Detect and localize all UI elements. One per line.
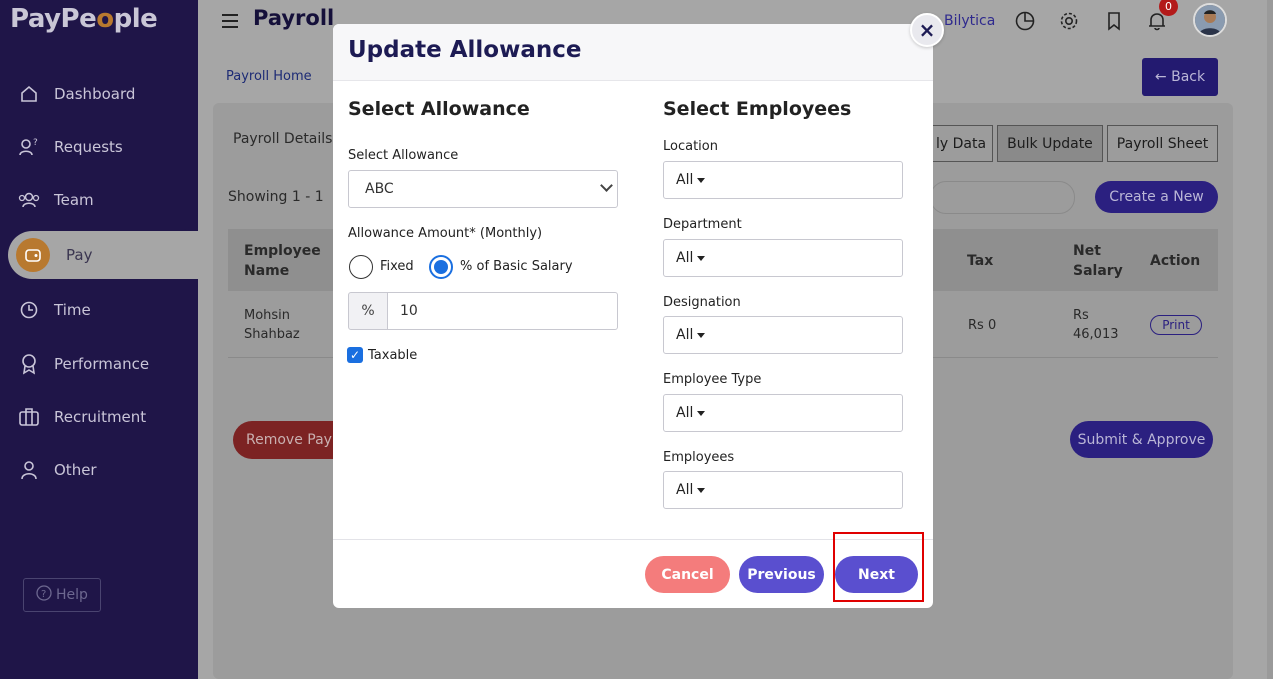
print-button[interactable]: Print bbox=[1150, 315, 1202, 335]
scrollbar[interactable] bbox=[1267, 0, 1273, 679]
caret-down-icon bbox=[697, 487, 706, 493]
arrow-left-icon: ← bbox=[1154, 69, 1172, 85]
notification-badge: 0 bbox=[1159, 0, 1178, 16]
select-allowance-label: Select Allowance bbox=[348, 148, 459, 163]
cell-tax: Rs 0 bbox=[968, 318, 997, 333]
allowance-amount-label: Allowance Amount* (Monthly) bbox=[348, 226, 543, 241]
percent-prefix: % bbox=[348, 292, 388, 330]
allowance-select[interactable]: ABC bbox=[348, 170, 618, 208]
caret-down-icon bbox=[697, 255, 706, 261]
modal-title: Update Allowance bbox=[348, 37, 582, 63]
sidebar: PayPeople Dashboard ? Requests Team Pay … bbox=[0, 0, 198, 679]
taxable-checkbox[interactable]: ✓ bbox=[347, 347, 363, 363]
designation-dropdown[interactable]: All bbox=[663, 316, 903, 354]
help-icon: ? bbox=[36, 585, 52, 605]
sidebar-item-label: Dashboard bbox=[54, 85, 136, 103]
sidebar-item-label: Time bbox=[54, 301, 91, 319]
sidebar-item-other[interactable]: Other bbox=[0, 450, 198, 490]
caret-down-icon bbox=[697, 410, 706, 416]
app-logo[interactable]: PayPeople bbox=[10, 4, 158, 34]
clock-icon bbox=[18, 299, 40, 321]
col-action: Action bbox=[1150, 253, 1201, 269]
amount-input[interactable]: 10 bbox=[387, 292, 618, 330]
tab-payroll-sheet[interactable]: Payroll Sheet bbox=[1107, 125, 1218, 162]
employees-dropdown[interactable]: All bbox=[663, 471, 903, 509]
sidebar-item-label: Pay bbox=[66, 246, 93, 264]
sidebar-item-performance[interactable]: Performance bbox=[0, 344, 198, 384]
svg-text:?: ? bbox=[33, 138, 38, 148]
avatar[interactable] bbox=[1193, 3, 1227, 37]
caret-down-icon bbox=[697, 177, 706, 183]
search-input[interactable] bbox=[930, 181, 1075, 214]
home-icon bbox=[18, 83, 40, 105]
sidebar-item-recruitment[interactable]: Recruitment bbox=[0, 397, 198, 437]
employees-label: Employees bbox=[663, 450, 735, 465]
select-employees-heading: Select Employees bbox=[663, 98, 852, 120]
radio-fixed[interactable] bbox=[349, 255, 373, 279]
cancel-button[interactable]: Cancel bbox=[645, 556, 730, 593]
designation-label: Designation bbox=[663, 295, 741, 310]
requests-icon: ? bbox=[18, 136, 40, 158]
gear-icon[interactable] bbox=[1058, 10, 1080, 32]
sidebar-item-requests[interactable]: ? Requests bbox=[0, 127, 198, 167]
sidebar-notch bbox=[150, 200, 198, 232]
sidebar-item-pay[interactable]: Pay bbox=[8, 231, 198, 279]
submit-approve-button[interactable]: Submit & Approve bbox=[1070, 421, 1213, 458]
team-icon bbox=[18, 189, 40, 211]
user-icon bbox=[18, 459, 40, 481]
modal-header: Update Allowance bbox=[333, 24, 933, 81]
radio-percent-basic[interactable] bbox=[429, 255, 453, 279]
help-button[interactable]: ? Help bbox=[23, 578, 101, 612]
sidebar-item-label: Recruitment bbox=[54, 408, 147, 426]
menu-toggle-icon[interactable] bbox=[222, 14, 238, 32]
sidebar-item-label: Performance bbox=[54, 355, 150, 373]
employee-type-label: Employee Type bbox=[663, 372, 762, 387]
close-icon[interactable]: × bbox=[910, 13, 944, 47]
sidebar-item-time[interactable]: Time bbox=[0, 290, 198, 330]
col-tax: Tax bbox=[967, 253, 994, 269]
svg-text:?: ? bbox=[41, 589, 46, 600]
caret-down-icon bbox=[697, 332, 706, 338]
pay-icon bbox=[16, 238, 50, 272]
company-name[interactable]: Bilytica bbox=[944, 13, 995, 29]
radio-fixed-label: Fixed bbox=[380, 259, 414, 274]
col-net-salary: Net Salary bbox=[1073, 243, 1123, 279]
tab-bulk-update[interactable]: Bulk Update bbox=[997, 125, 1103, 162]
employee-type-dropdown[interactable]: All bbox=[663, 394, 903, 432]
chart-pie-icon[interactable] bbox=[1014, 10, 1036, 32]
briefcase-icon bbox=[18, 406, 40, 428]
page-title: Payroll bbox=[253, 6, 335, 30]
sidebar-item-label: Requests bbox=[54, 138, 123, 156]
col-employee-name: Employee Name bbox=[244, 243, 321, 279]
cell-employee: Mohsin Shahbaz bbox=[244, 308, 300, 342]
location-dropdown[interactable]: All bbox=[663, 161, 903, 199]
select-allowance-heading: Select Allowance bbox=[348, 98, 530, 120]
tab-payroll-details[interactable]: Payroll Details bbox=[233, 131, 332, 147]
sidebar-item-dashboard[interactable]: Dashboard bbox=[0, 74, 198, 114]
next-button-highlight bbox=[833, 532, 924, 602]
sidebar-item-label: Other bbox=[54, 461, 97, 479]
sidebar-item-label: Team bbox=[54, 191, 94, 209]
cell-net-salary: Rs 46,013 bbox=[1073, 308, 1119, 342]
back-button[interactable]: ← Back bbox=[1142, 58, 1218, 96]
create-new-button[interactable]: Create a New bbox=[1095, 181, 1218, 213]
bookmark-icon[interactable] bbox=[1103, 10, 1125, 32]
taxable-label: Taxable bbox=[368, 348, 418, 363]
chevron-down-icon bbox=[600, 179, 613, 192]
previous-button[interactable]: Previous bbox=[739, 556, 824, 593]
location-label: Location bbox=[663, 139, 718, 154]
breadcrumb[interactable]: Payroll Home bbox=[226, 69, 312, 84]
showing-count: Showing 1 - 1 bbox=[228, 189, 324, 205]
department-label: Department bbox=[663, 217, 742, 232]
department-dropdown[interactable]: All bbox=[663, 239, 903, 277]
tab-monthly-data[interactable]: ly Data bbox=[930, 125, 993, 162]
radio-percent-label: % of Basic Salary bbox=[460, 259, 573, 274]
award-icon bbox=[18, 353, 40, 375]
